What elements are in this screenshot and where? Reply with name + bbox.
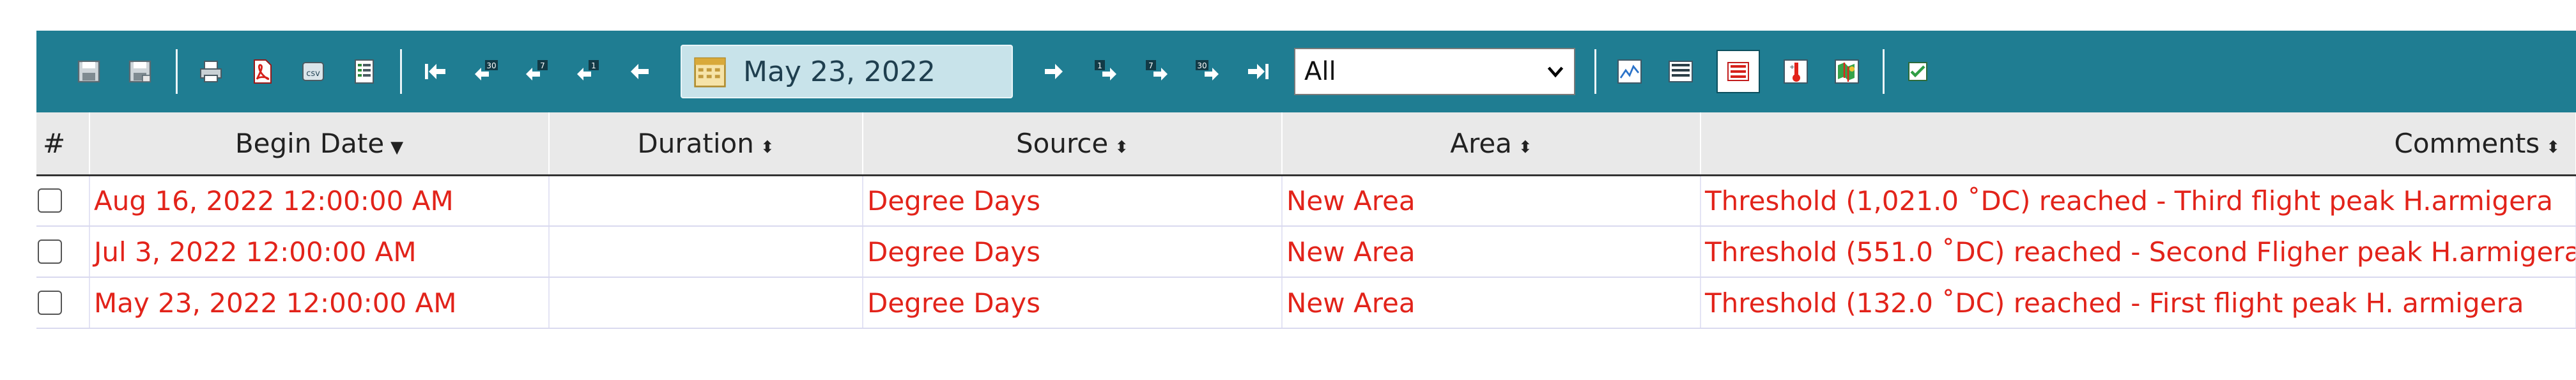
back-30-icon[interactable]: 30 (471, 56, 502, 87)
row-select-cell (36, 175, 90, 227)
cell-comments: Threshold (132.0 ˚DC) reached - First fl… (1701, 277, 2576, 329)
save-as-icon[interactable] (125, 56, 155, 87)
cell-begin-date: Aug 16, 2022 12:00:00 AM (89, 175, 550, 227)
pdf-icon[interactable] (247, 56, 277, 87)
toolbar-separator (400, 49, 402, 94)
table-row[interactable]: Aug 16, 2022 12:00:00 AM Degree Days New… (36, 175, 2576, 227)
column-header-begin-date[interactable]: Begin Date ▼ (89, 112, 550, 176)
print-icon[interactable] (196, 56, 226, 87)
chevron-down-icon (1547, 66, 1564, 78)
back-7-icon[interactable]: 7 (522, 56, 553, 87)
svg-text:30: 30 (486, 61, 496, 70)
table-row[interactable]: Jul 3, 2022 12:00:00 AM Degree Days New … (36, 226, 2576, 278)
cell-duration (549, 277, 863, 329)
svg-text:1: 1 (591, 61, 596, 70)
svg-text:7: 7 (1148, 61, 1153, 70)
column-header-index: # (36, 112, 90, 176)
table-view-icon[interactable] (1665, 56, 1696, 87)
toolbar: csv 30 7 1 May 23, 2022 1 7 30 All + (36, 31, 2576, 112)
toolbar-separator (1883, 49, 1885, 94)
map-view-icon[interactable] (1832, 56, 1862, 87)
sort-descending-icon: ▼ (390, 137, 404, 157)
column-header-area[interactable]: Area ⬍ (1282, 112, 1701, 176)
cell-area: New Area (1282, 277, 1701, 329)
checkbox-toggle-icon[interactable] (1902, 56, 1933, 87)
chart-view-icon[interactable] (1614, 56, 1645, 87)
save-icon[interactable] (73, 56, 104, 87)
cell-source: Degree Days (863, 175, 1283, 227)
row-checkbox[interactable] (38, 188, 62, 213)
first-page-icon[interactable] (420, 56, 451, 87)
cell-comments: Threshold (551.0 ˚DC) reached - Second F… (1701, 226, 2576, 278)
area-filter-value: All (1304, 57, 1336, 86)
cell-duration (549, 175, 863, 227)
row-select-cell (36, 277, 90, 329)
cell-duration (549, 226, 863, 278)
table-row[interactable]: May 23, 2022 12:00:00 AM Degree Days New… (36, 277, 2576, 329)
previous-icon[interactable] (624, 56, 655, 87)
row-checkbox[interactable] (38, 239, 62, 264)
svg-text:+: + (1789, 64, 1794, 71)
csv-icon[interactable]: csv (298, 56, 328, 87)
list-view-icon[interactable] (1716, 50, 1760, 93)
svg-text:1: 1 (1097, 61, 1102, 70)
cell-source: Degree Days (863, 277, 1283, 329)
sort-icon: ⬍ (1114, 137, 1129, 157)
column-header-comments[interactable]: Comments ⬍ (1701, 112, 2576, 176)
cell-begin-date: Jul 3, 2022 12:00:00 AM (89, 226, 550, 278)
sort-icon: ⬍ (2546, 137, 2560, 157)
forward-30-icon[interactable]: 30 (1192, 56, 1222, 87)
forward-7-icon[interactable]: 7 (1141, 56, 1171, 87)
calendar-icon[interactable] (693, 55, 727, 88)
toolbar-separator (176, 49, 178, 94)
events-panel: csv 30 7 1 May 23, 2022 1 7 30 All + # B… (36, 31, 2576, 329)
toolbar-separator (1594, 49, 1596, 94)
next-icon[interactable] (1038, 56, 1069, 87)
last-page-icon[interactable] (1243, 56, 1274, 87)
forward-1-icon[interactable]: 1 (1090, 56, 1120, 87)
svg-text:30: 30 (1197, 61, 1207, 70)
export-list-icon[interactable] (349, 56, 380, 87)
column-header-duration[interactable]: Duration ⬍ (549, 112, 863, 176)
cell-area: New Area (1282, 175, 1701, 227)
column-header-source[interactable]: Source ⬍ (863, 112, 1283, 176)
sort-icon: ⬍ (760, 137, 775, 157)
row-checkbox[interactable] (38, 291, 62, 315)
thermometer-icon[interactable]: + (1780, 56, 1811, 87)
cell-comments: Threshold (1,021.0 ˚DC) reached - Third … (1701, 175, 2576, 227)
svg-text:csv: csv (306, 69, 320, 79)
row-select-cell (36, 226, 90, 278)
date-value: May 23, 2022 (743, 55, 936, 88)
cell-source: Degree Days (863, 226, 1283, 278)
cell-area: New Area (1282, 226, 1701, 278)
svg-text:7: 7 (540, 61, 545, 70)
events-table: # Begin Date ▼ Duration ⬍ Source ⬍ Area ⬍ Co… (36, 112, 2576, 329)
table-header-row: # Begin Date ▼ Duration ⬍ Source ⬍ Area ⬍ Co… (36, 112, 2576, 176)
back-1-icon[interactable]: 1 (573, 56, 604, 87)
cell-begin-date: May 23, 2022 12:00:00 AM (89, 277, 550, 329)
area-filter-select[interactable]: All (1294, 48, 1575, 95)
date-picker[interactable]: May 23, 2022 (681, 45, 1013, 98)
sort-icon: ⬍ (1518, 137, 1532, 157)
